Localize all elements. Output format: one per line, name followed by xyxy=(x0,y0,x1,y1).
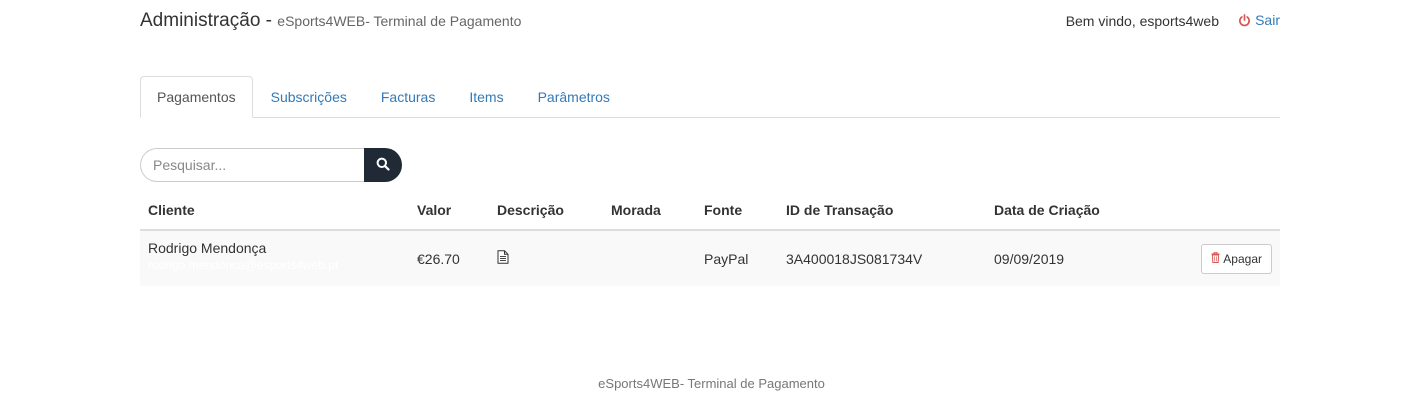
delete-label: Apagar xyxy=(1223,251,1262,266)
column-header: Data de Criação xyxy=(986,190,1146,231)
column-header: Morada xyxy=(603,190,696,231)
welcome-text: Bem vindo, esports4web xyxy=(1065,13,1219,29)
cell-client: Rodrigo Mendonça rodrigo.mendonca@esport… xyxy=(140,230,409,286)
cell-description xyxy=(489,230,603,286)
column-header-actions xyxy=(1146,190,1280,231)
delete-button[interactable]: Apagar xyxy=(1201,243,1272,274)
table-row: Rodrigo Mendonça rodrigo.mendonca@esport… xyxy=(140,230,1280,286)
table-header-row: Cliente Valor Descrição Morada Fonte ID … xyxy=(140,190,1280,231)
tab-items[interactable]: Items xyxy=(453,76,519,118)
logout-link[interactable]: Sair xyxy=(1238,12,1280,28)
cell-value: €26.70 xyxy=(409,230,489,286)
page-subtitle: eSports4WEB- Terminal de Pagamento xyxy=(277,13,522,29)
page-footer: eSports4WEB- Terminal de Pagamento xyxy=(598,376,825,391)
column-header: Fonte xyxy=(696,190,778,231)
search-icon xyxy=(376,157,390,174)
tab-pagamentos[interactable]: Pagamentos xyxy=(140,76,253,118)
payments-table: Cliente Valor Descrição Morada Fonte ID … xyxy=(140,190,1280,286)
page-header: Administração - eSports4WEB- Terminal de… xyxy=(140,0,1280,44)
page-title: Administração xyxy=(140,10,261,31)
brand: Administração - eSports4WEB- Terminal de… xyxy=(140,10,521,32)
column-header: Cliente xyxy=(140,190,409,231)
search-button[interactable] xyxy=(364,148,402,182)
client-name: Rodrigo Mendonça xyxy=(148,239,267,256)
cell-created: 09/09/2019 xyxy=(986,230,1146,286)
tab-facturas[interactable]: Facturas xyxy=(365,76,451,118)
trash-icon xyxy=(1211,251,1220,266)
power-icon xyxy=(1238,13,1251,27)
search-group xyxy=(140,148,402,182)
cell-source: PayPal xyxy=(696,230,778,286)
tab-parametros[interactable]: Parâmetros xyxy=(522,76,626,118)
column-header: Descrição xyxy=(489,190,603,231)
cell-actions: Apagar xyxy=(1146,230,1280,286)
title-separator: - xyxy=(260,10,278,31)
cell-transaction-id: 3A400018JS081734V xyxy=(778,230,986,286)
search-input[interactable] xyxy=(140,148,364,182)
tab-subscricoes[interactable]: Subscrições xyxy=(255,76,363,118)
column-header: Valor xyxy=(409,190,489,231)
document-icon[interactable] xyxy=(497,250,509,267)
nav-tabs: Pagamentos Subscrições Facturas Items Pa… xyxy=(140,76,1280,118)
logout-label: Sair xyxy=(1255,12,1280,28)
client-email: rodrigo.mendonca@esports4web.pt xyxy=(148,257,339,272)
column-header: ID de Transação xyxy=(778,190,986,231)
cell-address xyxy=(603,230,696,286)
page-container: Administração - eSports4WEB- Terminal de… xyxy=(140,0,1280,411)
